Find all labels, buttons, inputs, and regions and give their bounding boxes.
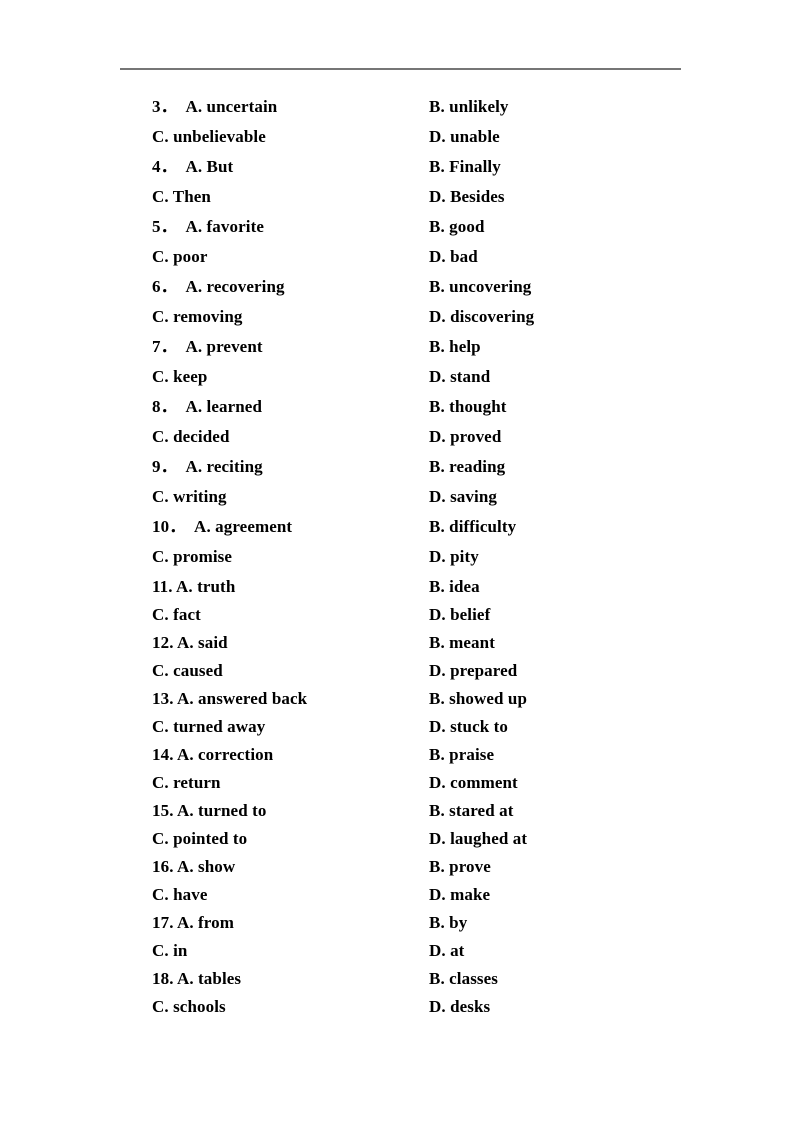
option-row: 15. A. turned to B. stared at bbox=[0, 800, 800, 828]
option-left-column: C. promise bbox=[152, 547, 233, 566]
option-right-column: B. showed up bbox=[429, 689, 528, 708]
option-right-column: D. unable bbox=[429, 127, 500, 146]
option-row: C. removing D. discovering bbox=[0, 306, 800, 336]
option-right-column: D. desks bbox=[429, 997, 491, 1016]
option-row: C. Then D. Besides bbox=[0, 186, 800, 216]
option-row: C. promise D. pity bbox=[0, 546, 800, 576]
option-right-column: D. stand bbox=[429, 367, 491, 386]
option-right-column: B. uncovering bbox=[429, 277, 532, 296]
option-left-column: C. writing bbox=[152, 487, 227, 506]
option-left-column: 16. A. show bbox=[152, 857, 236, 876]
option-left-column: 15. A. turned to bbox=[152, 801, 267, 820]
option-right-column: D. bad bbox=[429, 247, 478, 266]
option-row: 8． A. learned B. thought bbox=[0, 396, 800, 426]
option-row: C. poor D. bad bbox=[0, 246, 800, 276]
option-row: 11. A. truth B. idea bbox=[0, 576, 800, 604]
option-left-column: 12. A. said bbox=[152, 633, 228, 652]
option-right-column: B. prove bbox=[429, 857, 491, 876]
option-row: C. fact D. belief bbox=[0, 604, 800, 632]
option-left-column: C. have bbox=[152, 885, 208, 904]
option-left-column: C. schools bbox=[152, 997, 226, 1016]
option-right-column: B. Finally bbox=[429, 157, 501, 176]
option-right-column: B. praise bbox=[429, 745, 495, 764]
option-row: 7． A. prevent B. help bbox=[0, 336, 800, 366]
option-left-column: C. return bbox=[152, 773, 221, 792]
option-left-column: C. turned away bbox=[152, 717, 266, 736]
option-right-column: B. idea bbox=[429, 577, 480, 596]
option-left-column: C. keep bbox=[152, 367, 208, 386]
option-row: 10． A. agreement B. difficulty bbox=[0, 516, 800, 546]
option-right-column: D. discovering bbox=[429, 307, 535, 326]
option-right-column: D. at bbox=[429, 941, 465, 960]
option-left-column: C. caused bbox=[152, 661, 223, 680]
option-row: 12. A. said B. meant bbox=[0, 632, 800, 660]
option-left-column: 3． A. uncertain bbox=[152, 97, 278, 116]
option-left-column: 8． A. learned bbox=[152, 397, 263, 416]
option-left-column: C. in bbox=[152, 941, 188, 960]
option-right-column: B. thought bbox=[429, 397, 507, 416]
option-row: C. unbelievable D. unable bbox=[0, 126, 800, 156]
option-right-column: D. proved bbox=[429, 427, 502, 446]
option-right-column: D. Besides bbox=[429, 187, 505, 206]
page-footer-blank-area bbox=[0, 1020, 800, 1132]
option-row: C. writing D. saving bbox=[0, 486, 800, 516]
option-left-column: C. decided bbox=[152, 427, 230, 446]
option-row: C. have D. make bbox=[0, 884, 800, 912]
option-row: 3． A. uncertain B. unlikely bbox=[0, 96, 800, 126]
option-row: C. pointed to D. laughed at bbox=[0, 828, 800, 856]
option-row: 5． A. favorite B. good bbox=[0, 216, 800, 246]
option-row: C. decided D. proved bbox=[0, 426, 800, 456]
option-left-column: 9． A. reciting bbox=[152, 457, 263, 476]
option-row: 14. A. correction B. praise bbox=[0, 744, 800, 772]
option-left-column: C. unbelievable bbox=[152, 127, 266, 146]
option-right-column: D. prepared bbox=[429, 661, 518, 680]
option-left-column: 11. A. truth bbox=[152, 577, 236, 596]
header-horizontal-rule bbox=[120, 68, 681, 70]
option-right-column: B. good bbox=[429, 217, 485, 236]
option-right-column: B. reading bbox=[429, 457, 506, 476]
option-row: 16. A. show B. prove bbox=[0, 856, 800, 884]
option-left-column: 4． A. But bbox=[152, 157, 234, 176]
option-left-column: 6． A. recovering bbox=[152, 277, 285, 296]
option-left-column: 13. A. answered back bbox=[152, 689, 308, 708]
option-right-column: D. pity bbox=[429, 547, 479, 566]
option-right-column: D. make bbox=[429, 885, 491, 904]
option-right-column: D. laughed at bbox=[429, 829, 528, 848]
option-right-column: B. help bbox=[429, 337, 481, 356]
option-row: C. in D. at bbox=[0, 940, 800, 968]
option-row: 9． A. reciting B. reading bbox=[0, 456, 800, 486]
option-right-column: B. stared at bbox=[429, 801, 514, 820]
option-left-column: C. removing bbox=[152, 307, 243, 326]
option-right-column: B. unlikely bbox=[429, 97, 509, 116]
option-row: C. return D. comment bbox=[0, 772, 800, 800]
option-right-column: D. comment bbox=[429, 773, 518, 792]
option-left-column: 5． A. favorite bbox=[152, 217, 264, 236]
option-right-column: D. saving bbox=[429, 487, 497, 506]
option-row: 13. A. answered back B. showed up bbox=[0, 688, 800, 716]
multiple-choice-options-list: 3． A. uncertain B. unlikely C. unbelievabl… bbox=[0, 96, 800, 1024]
option-right-column: D. belief bbox=[429, 605, 491, 624]
option-left-column: 7． A. prevent bbox=[152, 337, 263, 356]
option-right-column: B. difficulty bbox=[429, 517, 517, 536]
option-left-column: 18. A. tables bbox=[152, 969, 242, 988]
option-row: 6． A. recovering B. uncovering bbox=[0, 276, 800, 306]
option-right-column: B. by bbox=[429, 913, 468, 932]
option-row: C. keep D. stand bbox=[0, 366, 800, 396]
option-left-column: C. pointed to bbox=[152, 829, 248, 848]
option-row: 4． A. But B. Finally bbox=[0, 156, 800, 186]
option-right-column: D. stuck to bbox=[429, 717, 509, 736]
option-right-column: B. meant bbox=[429, 633, 495, 652]
option-left-column: C. Then bbox=[152, 187, 211, 206]
option-row: C. caused D. prepared bbox=[0, 660, 800, 688]
option-left-column: C. fact bbox=[152, 605, 201, 624]
option-left-column: 17. A. from bbox=[152, 913, 234, 932]
option-left-column: 14. A. correction bbox=[152, 745, 274, 764]
document-page: 3． A. uncertain B. unlikely C. unbelievabl… bbox=[0, 0, 800, 1132]
option-row: 18. A. tables B. classes bbox=[0, 968, 800, 996]
option-row: 17. A. from B. by bbox=[0, 912, 800, 940]
option-left-column: C. poor bbox=[152, 247, 208, 266]
option-right-column: B. classes bbox=[429, 969, 498, 988]
option-row: C. turned away D. stuck to bbox=[0, 716, 800, 744]
option-left-column: 10． A. agreement bbox=[152, 517, 293, 536]
